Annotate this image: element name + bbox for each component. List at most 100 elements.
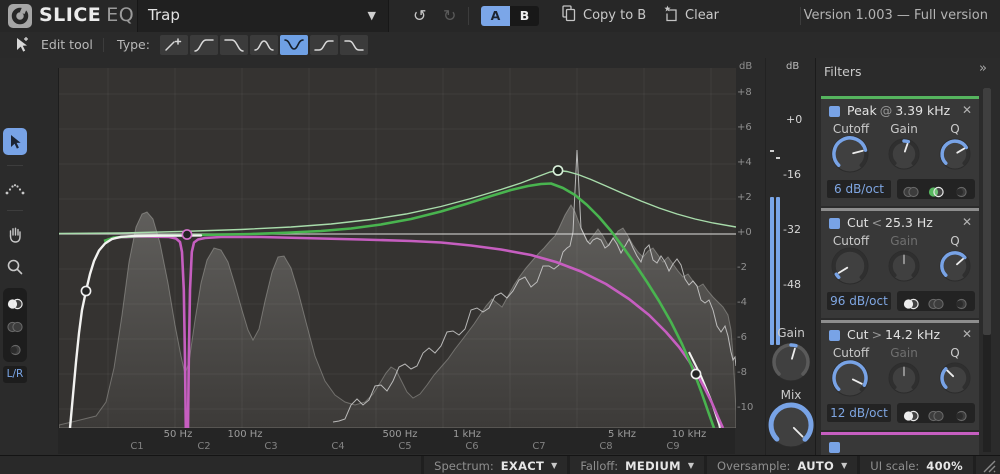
version-text: Version 1.003 — Full version (804, 8, 988, 23)
filter-card-highcut: Cut>14.2 kHz ✕ Cutoff Gain Q 12 dB/oct (821, 320, 979, 430)
gain-knob[interactable] (888, 250, 920, 286)
gain-label: Gain (877, 122, 931, 136)
slope-selector[interactable]: 96 dB/oct (827, 292, 891, 310)
edit-tool-label: Edit tool (41, 37, 93, 52)
cutoff-label: Cutoff (823, 234, 879, 248)
cutoff-knob[interactable] (831, 135, 869, 177)
edit-tool-cursor-icon (14, 35, 31, 59)
place-left-toggle[interactable] (902, 183, 920, 195)
place-both-toggle[interactable] (927, 183, 945, 195)
filter-enable-checkbox[interactable] (829, 442, 840, 453)
spline-tool-button[interactable] (3, 176, 27, 200)
cutoff-knob[interactable] (831, 247, 869, 289)
status-bar: Spectrum:EXACT▼ Falloff:MEDIUM▼ Oversamp… (0, 455, 1000, 474)
channel-both-view-toggle[interactable] (6, 295, 24, 307)
highcut-handle[interactable] (691, 369, 700, 378)
filter-card-peak: Peak@3.39 kHz ✕ Cutoff Gain Q 6 dB/oct (821, 96, 979, 206)
ab-b-button[interactable]: B (510, 6, 539, 26)
q-label: Q (933, 122, 977, 136)
clear-button[interactable]: Clear (663, 5, 719, 26)
channel-right-view-toggle[interactable] (6, 341, 24, 353)
slope-selector[interactable]: 12 dB/oct (827, 404, 891, 422)
meter-column: dB +0 -16 -32 -48 Gain Mix (765, 58, 816, 455)
type-peak-icon[interactable] (250, 35, 278, 55)
close-filter-icon[interactable]: ✕ (962, 215, 972, 229)
peak-handle[interactable] (553, 166, 562, 175)
title-bar: SLICEEQ Trap ▼ ↺ ↻ A B Copy to B Clear V… (0, 0, 1000, 33)
filters-scrollbar-track[interactable] (983, 88, 991, 452)
q-knob[interactable] (939, 250, 971, 286)
undo-button[interactable]: ↺ (413, 5, 426, 27)
graph-area: 50 Hz 100 Hz 500 Hz 1 kHz 5 kHz 10 kHz C… (30, 58, 815, 455)
place-right-toggle[interactable] (952, 407, 970, 419)
filter-enable-checkbox[interactable] (829, 218, 840, 229)
channel-placement-group (897, 179, 975, 199)
filters-panel-title: Filters (824, 64, 861, 79)
falloff-dropdown[interactable]: Falloff:MEDIUM▼ (570, 456, 704, 474)
filters-panel: Filters » Peak@3.39 kHz ✕ Cutoff Gain Q … (815, 58, 1000, 455)
type-lowshelf-icon[interactable] (310, 35, 338, 55)
spectrum-mode-dropdown[interactable]: Spectrum:EXACT▼ (424, 456, 567, 474)
lowcut-handle[interactable] (81, 286, 90, 295)
frozen-spectrum (59, 205, 736, 428)
mix-knob[interactable] (768, 402, 814, 452)
ui-scale-control[interactable]: UI scale:400% (860, 456, 973, 474)
close-filter-icon[interactable]: ✕ (962, 327, 972, 341)
type-highcut-icon[interactable] (220, 35, 248, 55)
cutoff-knob[interactable] (831, 359, 869, 401)
filter-card-lowcut: Cut<25.3 Hz ✕ Cutoff Gain Q 96 dB/oct (821, 208, 979, 318)
place-right-toggle[interactable] (952, 183, 970, 195)
copy-to-b-button[interactable]: Copy to B (562, 5, 646, 26)
tool-rail: L/R (0, 58, 31, 455)
close-filter-icon[interactable]: ✕ (962, 103, 972, 117)
place-left-toggle[interactable] (902, 407, 920, 419)
preset-selector[interactable]: Trap ▼ (137, 0, 389, 32)
notch-handle[interactable] (182, 230, 191, 239)
channel-view-group (3, 288, 27, 362)
place-both-toggle[interactable] (927, 407, 945, 419)
peak-hold-tick-left (770, 150, 774, 152)
divider (7, 210, 23, 211)
channel-placement-group (897, 403, 975, 423)
db-axis: dB +8 +6 +4 +2 +0 -2 -4 -6 -8 -10 (735, 58, 765, 455)
divider (7, 165, 23, 166)
copy-icon (562, 5, 576, 26)
slice-eq-window: SLICEEQ Trap ▼ ↺ ↻ A B Copy to B Clear V… (0, 0, 1000, 474)
ab-a-button[interactable]: A (481, 6, 510, 26)
place-right-toggle[interactable] (952, 295, 970, 307)
meter-bar-right (776, 197, 780, 345)
zoom-tool-button[interactable] (3, 254, 27, 280)
filter-title: Cut<25.3 Hz (847, 215, 933, 230)
pointer-icon (8, 133, 23, 151)
edit-toolbar: Edit tool Type: (0, 32, 1000, 59)
slope-selector[interactable]: 6 dB/oct (827, 180, 891, 198)
place-left-toggle[interactable] (902, 295, 920, 307)
ab-toggle: A B (481, 6, 539, 26)
gain-knob[interactable] (888, 362, 920, 398)
type-highshelf-icon[interactable] (340, 35, 368, 55)
q-knob[interactable] (939, 362, 971, 398)
mix-label: Mix (766, 388, 816, 402)
redo-button[interactable]: ↻ (443, 5, 456, 27)
gain-knob[interactable] (888, 138, 920, 174)
master-gain-knob[interactable] (771, 342, 811, 386)
lr-mode-button[interactable]: L/R (3, 366, 27, 383)
type-notch-icon-selected[interactable] (280, 35, 308, 55)
place-both-toggle[interactable] (927, 295, 945, 307)
hand-tool-button[interactable] (3, 221, 27, 247)
resize-grip[interactable] (976, 456, 1000, 474)
magnifier-icon (6, 258, 24, 276)
filters-scrollbar-thumb[interactable] (983, 88, 991, 335)
pointer-tool-button[interactable] (3, 128, 27, 155)
filter-enable-checkbox[interactable] (829, 106, 840, 117)
filter-title: Peak@3.39 kHz (847, 103, 950, 118)
oversample-dropdown[interactable]: Oversample:AUTO▼ (707, 456, 857, 474)
master-gain-label: Gain (766, 326, 816, 340)
channel-left-view-toggle[interactable] (6, 318, 24, 330)
type-free-icon[interactable] (160, 35, 188, 55)
divider (468, 7, 469, 25)
q-knob[interactable] (939, 138, 971, 174)
collapse-panel-icon[interactable]: » (979, 61, 987, 76)
type-lowcut-icon[interactable] (190, 35, 218, 55)
filter-enable-checkbox[interactable] (829, 330, 840, 341)
